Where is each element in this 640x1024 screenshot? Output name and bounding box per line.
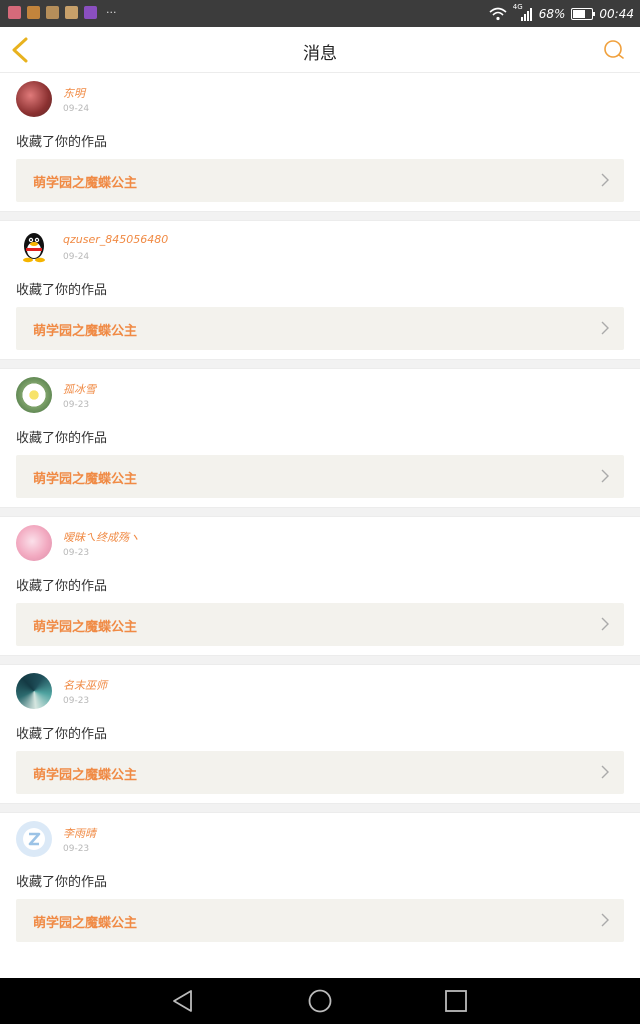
chevron-right-icon xyxy=(601,321,609,335)
work-link[interactable]: 萌学园之魔蝶公主 xyxy=(16,307,624,350)
divider xyxy=(0,359,640,369)
chevron-right-icon xyxy=(601,765,609,779)
work-title: 萌学园之魔蝶公主 xyxy=(33,472,138,487)
chevron-right-icon xyxy=(601,173,609,187)
work-link[interactable]: 萌学园之魔蝶公主 xyxy=(16,751,624,794)
username[interactable]: qzuser_845056480 xyxy=(63,233,168,246)
search-icon[interactable] xyxy=(602,38,626,62)
divider xyxy=(0,803,640,813)
app-notification-icon xyxy=(27,6,40,19)
app-notification-icon xyxy=(46,6,59,19)
username[interactable]: 东明 xyxy=(63,85,85,101)
chevron-right-icon xyxy=(601,913,609,927)
message-action-text: 收藏了你的作品 xyxy=(16,431,108,446)
work-link[interactable]: 萌学园之魔蝶公主 xyxy=(16,455,624,498)
more-notifications-icon: ··· xyxy=(106,6,117,19)
message-item: qzuser_845056480 09-24 收藏了你的作品 萌学园之魔蝶公主 xyxy=(0,221,640,359)
message-date: 09-24 xyxy=(63,252,90,262)
username[interactable]: 名末巫师 xyxy=(63,677,107,693)
avatar[interactable] xyxy=(16,821,52,857)
clock: 00:44 xyxy=(599,6,634,21)
work-link[interactable]: 萌学园之魔蝶公主 xyxy=(16,159,624,202)
username[interactable]: 李雨晴 xyxy=(63,825,96,841)
message-date: 09-23 xyxy=(63,844,90,854)
message-date: 09-23 xyxy=(63,400,90,410)
back-triangle-icon[interactable] xyxy=(170,988,196,1014)
recents-square-icon[interactable] xyxy=(443,988,469,1014)
signal-icon: 4G xyxy=(513,3,533,22)
status-bar: ··· 4G 68% 00:44 xyxy=(0,0,640,27)
battery-percent: 68% xyxy=(538,6,566,21)
avatar[interactable] xyxy=(16,673,52,709)
page-title: 消息 xyxy=(303,44,337,64)
message-action-text: 收藏了你的作品 xyxy=(16,135,108,150)
message-item: 李雨晴 09-23 收藏了你的作品 萌学园之魔蝶公主 xyxy=(0,813,640,951)
work-title: 萌学园之魔蝶公主 xyxy=(33,916,138,931)
message-action-text: 收藏了你的作品 xyxy=(16,727,108,742)
divider xyxy=(0,655,640,665)
battery-icon xyxy=(571,7,596,20)
work-title: 萌学园之魔蝶公主 xyxy=(33,176,138,191)
message-action-text: 收藏了你的作品 xyxy=(16,579,108,594)
message-item: 孤冰雪 09-23 收藏了你的作品 萌学园之魔蝶公主 xyxy=(0,369,640,507)
message-item: 名末巫师 09-23 收藏了你的作品 萌学园之魔蝶公主 xyxy=(0,665,640,803)
app-notification-icon xyxy=(84,6,97,19)
message-action-text: 收藏了你的作品 xyxy=(16,283,108,298)
message-list: 东明 09-24 收藏了你的作品 萌学园之魔蝶公主 qzuser_8450564… xyxy=(0,73,640,951)
avatar[interactable] xyxy=(16,525,52,561)
avatar[interactable] xyxy=(16,229,52,265)
message-item: 嗳昧ㄟ终成殇ヽ 09-23 收藏了你的作品 萌学园之魔蝶公主 xyxy=(0,517,640,655)
header-bar: 消息 xyxy=(0,27,640,73)
work-title: 萌学园之魔蝶公主 xyxy=(33,768,138,783)
work-link[interactable]: 萌学园之魔蝶公主 xyxy=(16,603,624,646)
message-date: 09-23 xyxy=(63,548,90,558)
divider xyxy=(0,211,640,221)
chevron-right-icon xyxy=(601,617,609,631)
work-link[interactable]: 萌学园之魔蝶公主 xyxy=(16,899,624,942)
notification-icons: ··· xyxy=(8,6,117,19)
wifi-icon xyxy=(489,7,507,20)
divider xyxy=(0,507,640,517)
app-notification-icon xyxy=(8,6,21,19)
message-item: 东明 09-24 收藏了你的作品 萌学园之魔蝶公主 xyxy=(0,73,640,211)
message-date: 09-23 xyxy=(63,696,90,706)
avatar[interactable] xyxy=(16,377,52,413)
message-date: 09-24 xyxy=(63,104,90,114)
avatar[interactable] xyxy=(16,81,52,117)
chevron-right-icon xyxy=(601,469,609,483)
username[interactable]: 嗳昧ㄟ终成殇ヽ xyxy=(63,529,140,545)
system-nav-bar xyxy=(0,978,640,1024)
username[interactable]: 孤冰雪 xyxy=(63,381,96,397)
home-circle-icon[interactable] xyxy=(307,988,333,1014)
message-action-text: 收藏了你的作品 xyxy=(16,875,108,890)
work-title: 萌学园之魔蝶公主 xyxy=(33,620,138,635)
work-title: 萌学园之魔蝶公主 xyxy=(33,324,138,339)
app-notification-icon xyxy=(65,6,78,19)
